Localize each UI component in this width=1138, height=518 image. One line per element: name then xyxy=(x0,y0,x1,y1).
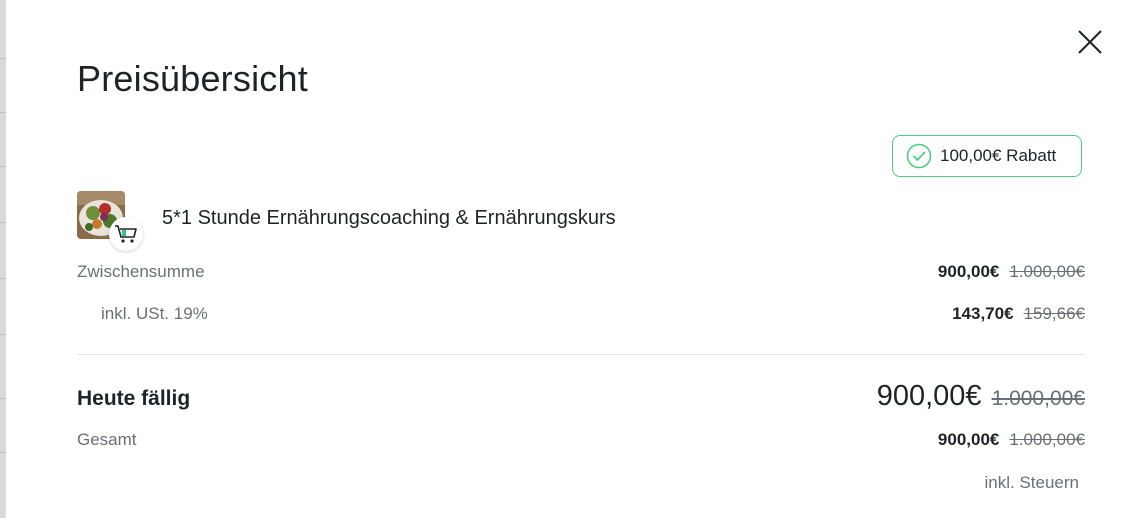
total-old-price: 1.000,00€ xyxy=(1009,430,1085,449)
vat-row: inkl. USt. 19% 143,70€ 159,66€ xyxy=(77,304,1085,324)
product-name: 5*1 Stunde Ernährungscoaching & Ernährun… xyxy=(162,207,616,229)
subtotal-old-price: 1.000,00€ xyxy=(1009,262,1085,281)
due-today-old-price: 1.000,00€ xyxy=(991,387,1085,410)
due-today-amount: 900,00€ 1.000,00€ xyxy=(877,380,1085,413)
price-overview-modal: Preisübersicht 100,00€ Rabatt 5*1 Stunde… xyxy=(6,0,1138,518)
shopping-cart-icon xyxy=(115,225,137,243)
tax-note: inkl. Steuern xyxy=(984,473,1080,492)
subtotal-label: Zwischensumme xyxy=(77,262,205,281)
subtotal-amount: 900,00€ 1.000,00€ xyxy=(938,262,1085,282)
vat-old-price: 159,66€ xyxy=(1023,304,1085,323)
vat-label: inkl. USt. 19% xyxy=(101,304,208,323)
close-button[interactable] xyxy=(1076,28,1104,56)
divider xyxy=(77,354,1085,355)
check-circle-icon xyxy=(906,143,932,169)
total-row: Gesamt 900,00€ 1.000,00€ xyxy=(77,430,1085,450)
modal-title: Preisübersicht xyxy=(77,58,308,99)
discount-badge: 100,00€ Rabatt xyxy=(892,135,1082,177)
due-today-label: Heute fällig xyxy=(77,387,191,410)
discount-label: 100,00€ Rabatt xyxy=(940,146,1057,165)
subtotal-price: 900,00€ xyxy=(937,262,1000,281)
total-label: Gesamt xyxy=(77,430,137,449)
subtotal-row: Zwischensumme 900,00€ 1.000,00€ xyxy=(77,262,1085,282)
cart-badge xyxy=(109,217,143,251)
total-amount: 900,00€ 1.000,00€ xyxy=(938,430,1085,450)
vat-price: 143,70€ xyxy=(952,304,1014,323)
due-today-row: Heute fällig 900,00€ 1.000,00€ xyxy=(77,380,1085,413)
due-today-price: 900,00€ xyxy=(876,380,982,412)
vat-amount: 143,70€ 159,66€ xyxy=(952,304,1085,324)
total-price: 900,00€ xyxy=(937,430,1000,449)
close-icon xyxy=(1078,30,1102,54)
